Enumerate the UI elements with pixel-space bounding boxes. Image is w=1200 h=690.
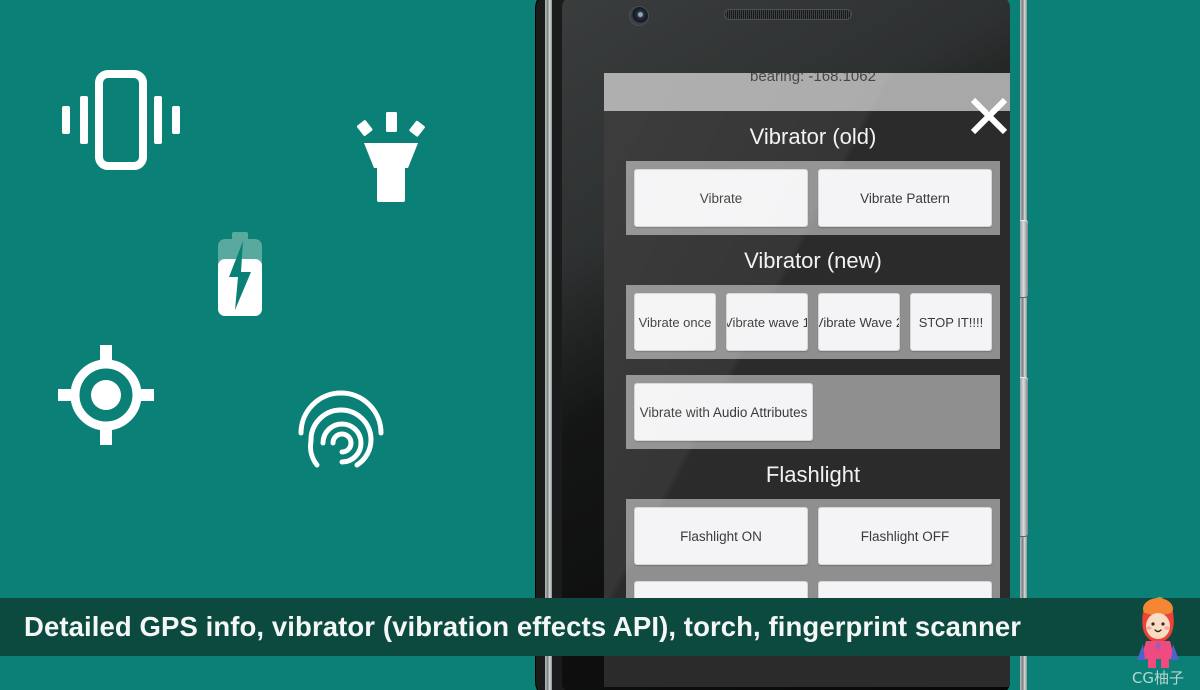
action-button[interactable]: Flashlight OFF [818, 507, 992, 565]
vibration-icon [62, 70, 180, 170]
volume-button[interactable] [1020, 220, 1028, 298]
action-button[interactable]: Vibrate with Audio Attributes [634, 383, 813, 441]
caption-text: Detailed GPS info, vibrator (vibration e… [24, 611, 1022, 642]
power-button[interactable] [1020, 377, 1028, 537]
phone-body: bearing: -168.1062 Vibrator (old) Vibrate… [536, 0, 1028, 690]
caption-banner: Detailed GPS info, vibrator (vibration e… [0, 598, 1200, 656]
gps-location-icon [58, 345, 154, 445]
battery-charging-icon [216, 232, 264, 316]
action-button[interactable]: Vibrate once [634, 293, 716, 351]
section-title: Flashlight [765, 462, 861, 487]
action-button[interactable]: Vibrate Pattern [818, 169, 992, 227]
action-button[interactable]: STOP IT!!!! [910, 293, 992, 351]
close-icon[interactable] [968, 95, 1010, 137]
gps-bearing-text: bearing: -168.1062 [750, 73, 876, 85]
feature-icon-field [0, 0, 520, 690]
earpiece-speaker [724, 9, 852, 20]
section-title: Vibrator (old) [749, 124, 877, 149]
torch-icon [352, 112, 430, 202]
pomelo-mascot-icon [1137, 596, 1179, 668]
fingerprint-icon [295, 385, 387, 477]
action-button[interactable]: Vibrate [634, 169, 808, 227]
watermark: CG柚子 [1120, 596, 1196, 690]
button-row: Vibrate Vibrate Pattern [626, 161, 1000, 235]
button-row: Vibrate with Audio Attributes [626, 375, 1000, 449]
action-button[interactable]: Vibrate wave 1 [726, 293, 808, 351]
section-title: Vibrator (new) [744, 248, 882, 273]
phone-mockup: bearing: -168.1062 Vibrator (old) Vibrate… [520, 0, 1028, 690]
watermark-label: CG柚子 [1131, 669, 1185, 687]
action-button[interactable]: Flashlight ON [634, 507, 808, 565]
button-row: Vibrate once Vibrate wave 1 Vibrate Wave 2… [626, 285, 1000, 359]
app-screen: bearing: -168.1062 Vibrator (old) Vibrate… [604, 73, 1010, 687]
phone-right-rail [1020, 0, 1027, 690]
gps-info-strip: bearing: -168.1062 [604, 73, 1010, 111]
phone-front-panel: bearing: -168.1062 Vibrator (old) Vibrate… [562, 0, 1010, 690]
phone-left-rail [545, 0, 552, 690]
button-row: Flashlight ON Flashlight OFF [626, 499, 1000, 573]
front-camera-icon [630, 7, 648, 25]
action-button[interactable]: Vibrate Wave 2 [818, 293, 900, 351]
